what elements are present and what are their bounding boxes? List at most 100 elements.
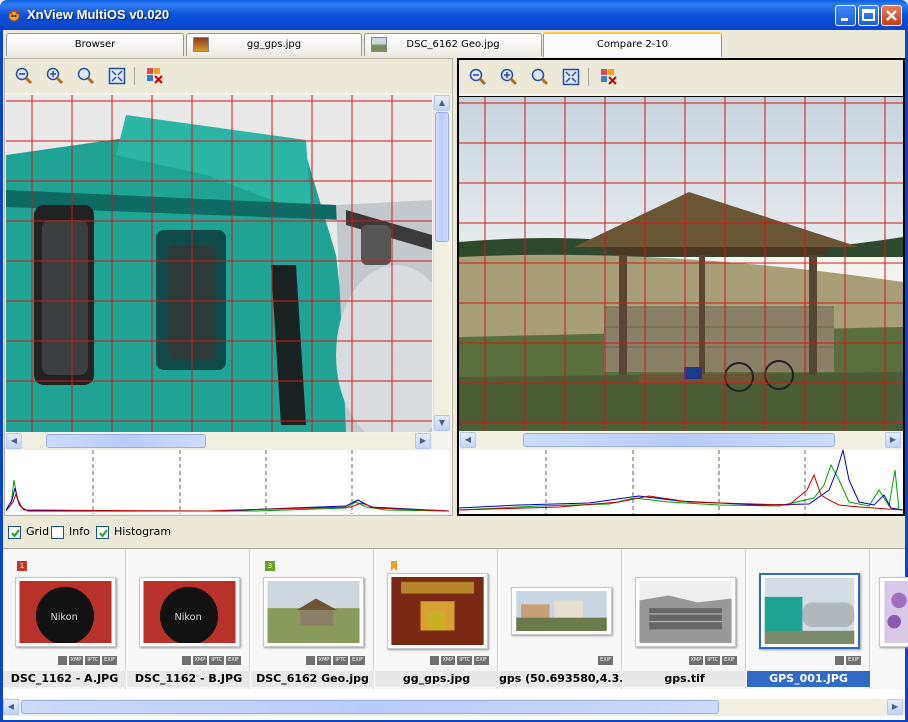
zoom-out-icon[interactable] <box>15 67 33 85</box>
info-checkbox[interactable] <box>51 526 64 539</box>
thumbnail <box>511 587 612 635</box>
left-histogram <box>5 450 450 514</box>
right-horizontal-scrollbar[interactable]: ◀ ▶ <box>459 432 903 449</box>
tab-label: gg_gps.jpg <box>246 39 302 50</box>
label-flag-icon: 1 <box>17 561 27 571</box>
scroll-right-button[interactable]: ▶ <box>885 432 901 448</box>
right-toolbar <box>459 60 903 94</box>
scroll-left-button[interactable]: ◀ <box>460 432 476 448</box>
scroll-right-button[interactable]: ▶ <box>887 699 903 715</box>
filmstrip-item[interactable]: EXIF gps (50.693580,4.3... <box>499 549 622 689</box>
label-flag-icon: 3 <box>265 561 275 571</box>
info-label: Info <box>69 525 90 538</box>
close-button[interactable] <box>881 5 902 26</box>
zoom-in-icon[interactable] <box>500 68 518 86</box>
metadata-badges: EXIF <box>598 656 613 665</box>
filmstrip-item[interactable]: XMP IPTC EXIF gg_gps.jpg <box>375 549 498 689</box>
svg-text:Nikon: Nikon <box>50 612 77 623</box>
window-title: XnView MultiOS v0.020 <box>27 7 170 22</box>
thumbnail <box>263 577 364 647</box>
svg-text:Nikon: Nikon <box>174 612 201 623</box>
grid-checkbox[interactable] <box>8 526 21 539</box>
histogram-label: Histogram <box>114 525 172 538</box>
histogram-graph <box>5 450 450 514</box>
scroll-down-button[interactable]: ▼ <box>434 415 450 431</box>
close-compare-icon[interactable] <box>146 67 164 85</box>
minimize-icon <box>841 18 848 21</box>
metadata-badges: XMP IPTC EXIF <box>304 656 365 665</box>
filmstrip-caption: gg_gps.jpg <box>375 671 498 687</box>
gazebo-image <box>459 97 903 431</box>
minimize-button[interactable] <box>835 5 856 26</box>
left-toolbar <box>5 59 452 93</box>
tab-thumbnail <box>193 37 209 52</box>
filmstrip-caption: GPS_001.JPG <box>747 671 870 687</box>
title-bar[interactable]: XnView MultiOS v0.020 <box>0 0 908 30</box>
filmstrip-caption: DSC_1162 - B.JPG <box>127 671 250 687</box>
scroll-right-button[interactable]: ▶ <box>415 433 431 449</box>
fit-window-icon[interactable] <box>562 68 580 86</box>
thumbnail <box>635 577 736 647</box>
metadata-badges: EXIF <box>833 656 861 665</box>
truck-image <box>6 95 432 432</box>
filmstrip-caption: gps.tif <box>623 671 746 687</box>
fit-window-icon[interactable] <box>108 67 126 85</box>
tab-thumbnail <box>371 37 387 52</box>
filmstrip-item-selected[interactable]: EXIF GPS_001.JPG <box>747 549 870 689</box>
tab-label: Browser <box>74 39 116 50</box>
scroll-left-button[interactable]: ◀ <box>6 433 22 449</box>
toolbar-separator <box>134 67 135 85</box>
zoom-actual-icon[interactable] <box>531 68 549 86</box>
close-icon <box>886 10 897 21</box>
metadata-badges: XMP IPTC EXIF <box>688 656 737 665</box>
right-histogram <box>458 449 904 514</box>
tab-browser[interactable]: Browser <box>6 33 184 56</box>
xnview-logo-icon <box>8 9 20 22</box>
thumbnail: Nikon <box>139 577 240 647</box>
close-compare-icon[interactable] <box>600 68 618 86</box>
grid-label: Grid <box>26 525 50 538</box>
filmstrip-scrollbar[interactable]: ◀ ▶ <box>3 699 905 716</box>
checkmark-icon <box>99 529 108 538</box>
compare-pane-right: ◀ ▶ <box>457 58 905 516</box>
zoom-actual-icon[interactable] <box>77 67 95 85</box>
filmstrip-item[interactable]: 3 XMP IPTC EXIF DSC_6162 Geo.jpg <box>251 549 374 689</box>
scroll-thumb[interactable] <box>435 112 449 242</box>
metadata-badges: XMP IPTC EXIF <box>428 656 489 665</box>
histogram-checkbox[interactable] <box>96 526 109 539</box>
compare-pane-left: ▲ ▼ ◀ ▶ <box>4 58 453 516</box>
scroll-thumb[interactable] <box>46 434 206 448</box>
scroll-thumb[interactable] <box>523 433 835 447</box>
right-image-viewport[interactable] <box>459 96 903 431</box>
tab-bar: Browser gg_gps.jpg DSC_6162 Geo.jpg Comp… <box>6 32 902 57</box>
bookmark-icon <box>391 561 397 571</box>
filmstrip-item-partial[interactable] <box>871 549 908 689</box>
left-vertical-scrollbar[interactable]: ▲ ▼ <box>433 95 450 432</box>
zoom-in-icon[interactable] <box>46 67 64 85</box>
scroll-thumb[interactable] <box>21 700 719 714</box>
maximize-icon <box>862 9 875 21</box>
tab-label: Compare 2-10 <box>596 39 669 50</box>
tab-gg-gps[interactable]: gg_gps.jpg <box>186 33 362 56</box>
filmstrip-item[interactable]: 1 Nikon XMP IPTC EXIF DSC_1162 - A.JPG <box>3 549 126 689</box>
thumbnail <box>387 573 488 649</box>
thumbnail: Nikon <box>15 577 116 647</box>
filmstrip-caption: gps (50.693580,4.3... <box>499 671 622 687</box>
tab-label: DSC_6162 Geo.jpg <box>406 39 500 50</box>
scroll-up-button[interactable]: ▲ <box>434 95 450 111</box>
zoom-out-icon[interactable] <box>469 68 487 86</box>
filmstrip-item[interactable]: XMP IPTC EXIF gps.tif <box>623 549 746 689</box>
scroll-left-button[interactable]: ◀ <box>3 699 19 715</box>
checkmark-icon <box>11 529 20 538</box>
tab-dsc-6162[interactable]: DSC_6162 Geo.jpg <box>364 33 542 56</box>
tab-compare[interactable]: Compare 2-10 <box>543 32 722 57</box>
filmstrip-item[interactable]: Nikon XMP IPTC EXIF DSC_1162 - B.JPG <box>127 549 250 689</box>
left-horizontal-scrollbar[interactable]: ◀ ▶ <box>6 433 432 450</box>
left-image-viewport[interactable] <box>6 95 432 432</box>
thumbnail <box>879 577 908 647</box>
filmstrip-caption: DSC_1162 - A.JPG <box>3 671 126 687</box>
filmstrip: 1 Nikon XMP IPTC EXIF DSC_1162 - A.JPG Nik… <box>3 548 908 720</box>
toolbar-separator <box>588 68 589 86</box>
metadata-badges: XMP IPTC EXIF <box>180 656 241 665</box>
maximize-button[interactable] <box>858 5 879 26</box>
